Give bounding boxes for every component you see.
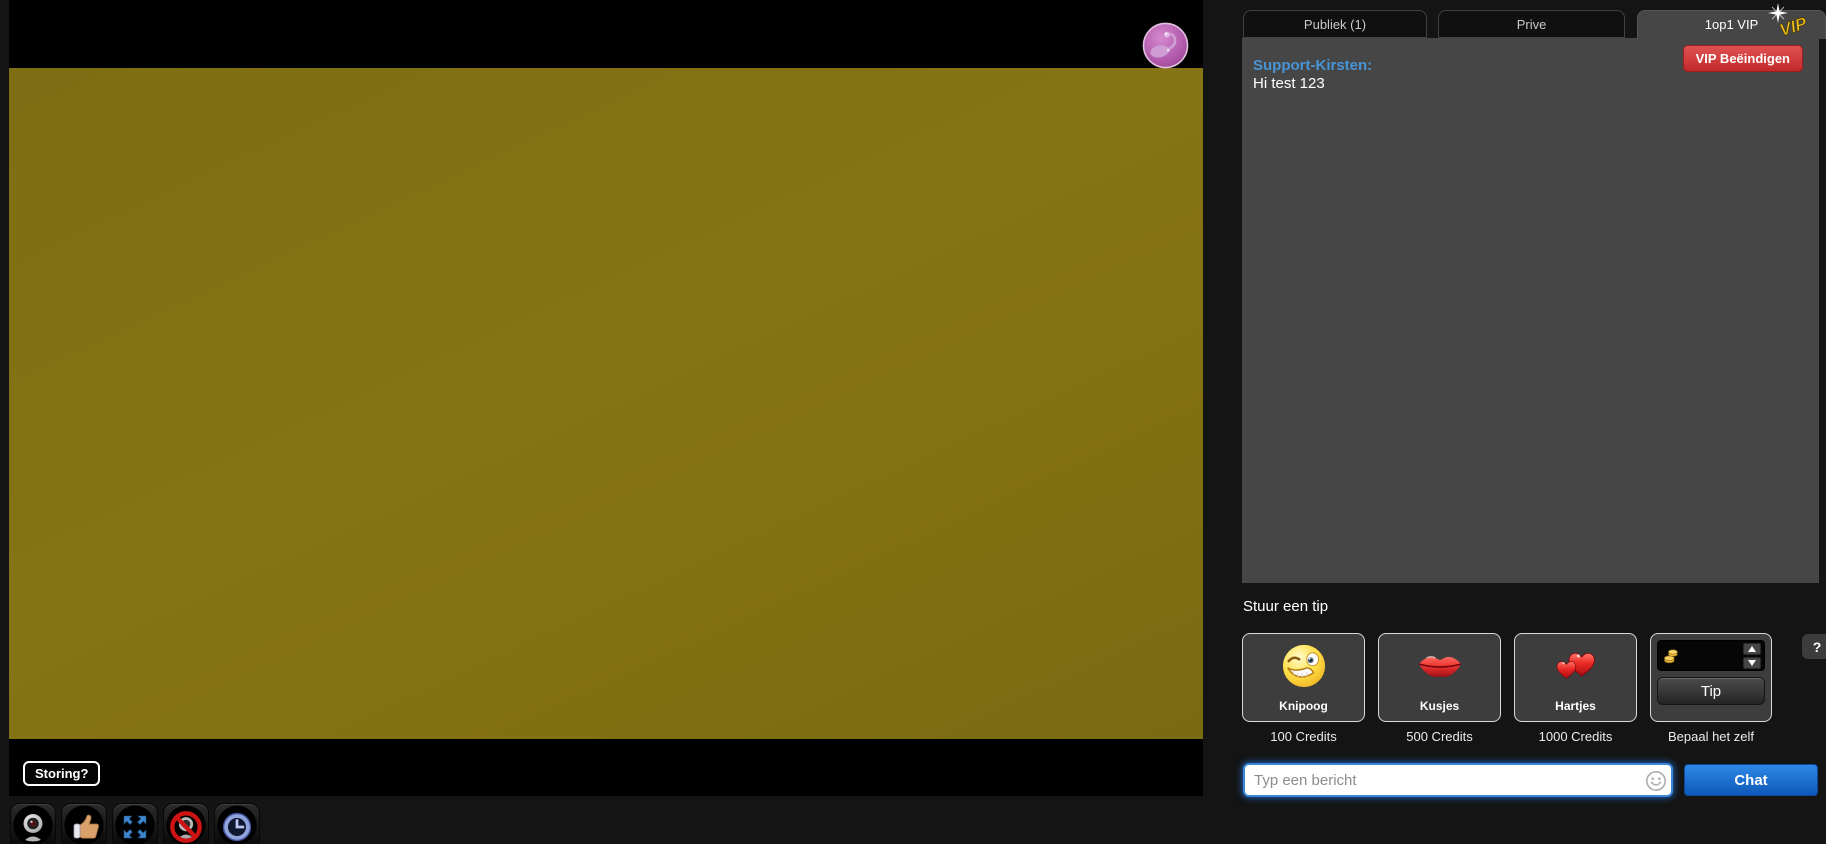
custom-tip-input[interactable] — [1684, 643, 1740, 668]
storing-button[interactable]: Storing? — [23, 761, 100, 786]
chat-message-input[interactable] — [1243, 763, 1673, 797]
fullscreen-icon — [118, 810, 152, 844]
tip-price: 1000 Credits — [1514, 729, 1637, 744]
spinner-down-icon[interactable] — [1743, 657, 1761, 669]
tab-1op1-vip[interactable]: 1op1 VIP — [1637, 10, 1826, 39]
message-author: Support-Kirsten: — [1253, 57, 1372, 75]
chat-send-button[interactable]: Chat — [1684, 764, 1818, 796]
chat-message: Support-Kirsten: Hi test 123 — [1253, 57, 1372, 93]
webcam-off-button[interactable] — [163, 803, 209, 844]
tip-item-knipoog: Knipoog 100 Credits — [1242, 633, 1365, 744]
fullscreen-button[interactable] — [112, 803, 158, 844]
tip-name: Kusjes — [1420, 699, 1459, 713]
tip-hartjes-button[interactable]: Hartjes — [1514, 633, 1637, 722]
chat-message-area: VIP Beëindigen Support-Kirsten: Hi test … — [1242, 38, 1819, 583]
video-stream — [9, 68, 1203, 739]
help-button[interactable]: ? — [1802, 634, 1826, 659]
webcam-button[interactable] — [10, 803, 56, 844]
amount-spinner — [1743, 643, 1761, 669]
tip-section-title: Stuur een tip — [1243, 598, 1328, 615]
smiley-icon[interactable] — [1645, 770, 1667, 792]
custom-tip-card: Tip — [1650, 633, 1772, 722]
webcam-icon — [16, 810, 50, 844]
tip-price: 500 Credits — [1378, 729, 1501, 744]
vip-end-button[interactable]: VIP Beëindigen — [1683, 45, 1803, 72]
tip-name: Knipoog — [1279, 699, 1328, 713]
tip-send-button[interactable]: Tip — [1657, 677, 1765, 705]
custom-tip-caption: Bepaal het zelf — [1650, 729, 1772, 744]
toy-icon-graphic — [1142, 22, 1189, 69]
custom-tip-amount — [1657, 640, 1765, 671]
tip-name: Hartjes — [1555, 699, 1596, 713]
tip-item-hartjes: Hartjes 1000 Credits — [1514, 633, 1637, 744]
cam-chat-page: Storing? — [0, 0, 1826, 844]
toy-icon[interactable] — [1142, 22, 1189, 69]
webcam-off-icon — [169, 810, 203, 844]
clock-icon — [220, 810, 254, 844]
thumbs-up-icon — [67, 810, 101, 844]
tab-publiek[interactable]: Publiek (1) — [1243, 10, 1427, 38]
video-player: Storing? — [9, 0, 1203, 796]
tab-prive[interactable]: Prive — [1438, 10, 1625, 38]
spinner-up-icon[interactable] — [1743, 643, 1761, 655]
tip-item-kusjes: Kusjes 500 Credits — [1378, 633, 1501, 744]
kiss-lips-icon — [1417, 643, 1463, 689]
tip-knipoog-button[interactable]: Knipoog — [1242, 633, 1365, 722]
hearts-icon — [1553, 643, 1599, 689]
tip-price: 100 Credits — [1242, 729, 1365, 744]
tip-options: Knipoog 100 Credits Kusjes 500 Cre — [1242, 633, 1772, 744]
thumbs-up-button[interactable] — [61, 803, 107, 844]
wink-emoji-icon — [1281, 643, 1327, 689]
tip-item-custom: Tip Bepaal het zelf — [1650, 633, 1772, 744]
message-text: Hi test 123 — [1253, 75, 1372, 93]
chat-message-list: Support-Kirsten: Hi test 123 — [1253, 57, 1372, 93]
video-toolbar — [10, 803, 260, 844]
coins-icon — [1663, 647, 1681, 665]
tip-kusjes-button[interactable]: Kusjes — [1378, 633, 1501, 722]
history-button[interactable] — [214, 803, 260, 844]
